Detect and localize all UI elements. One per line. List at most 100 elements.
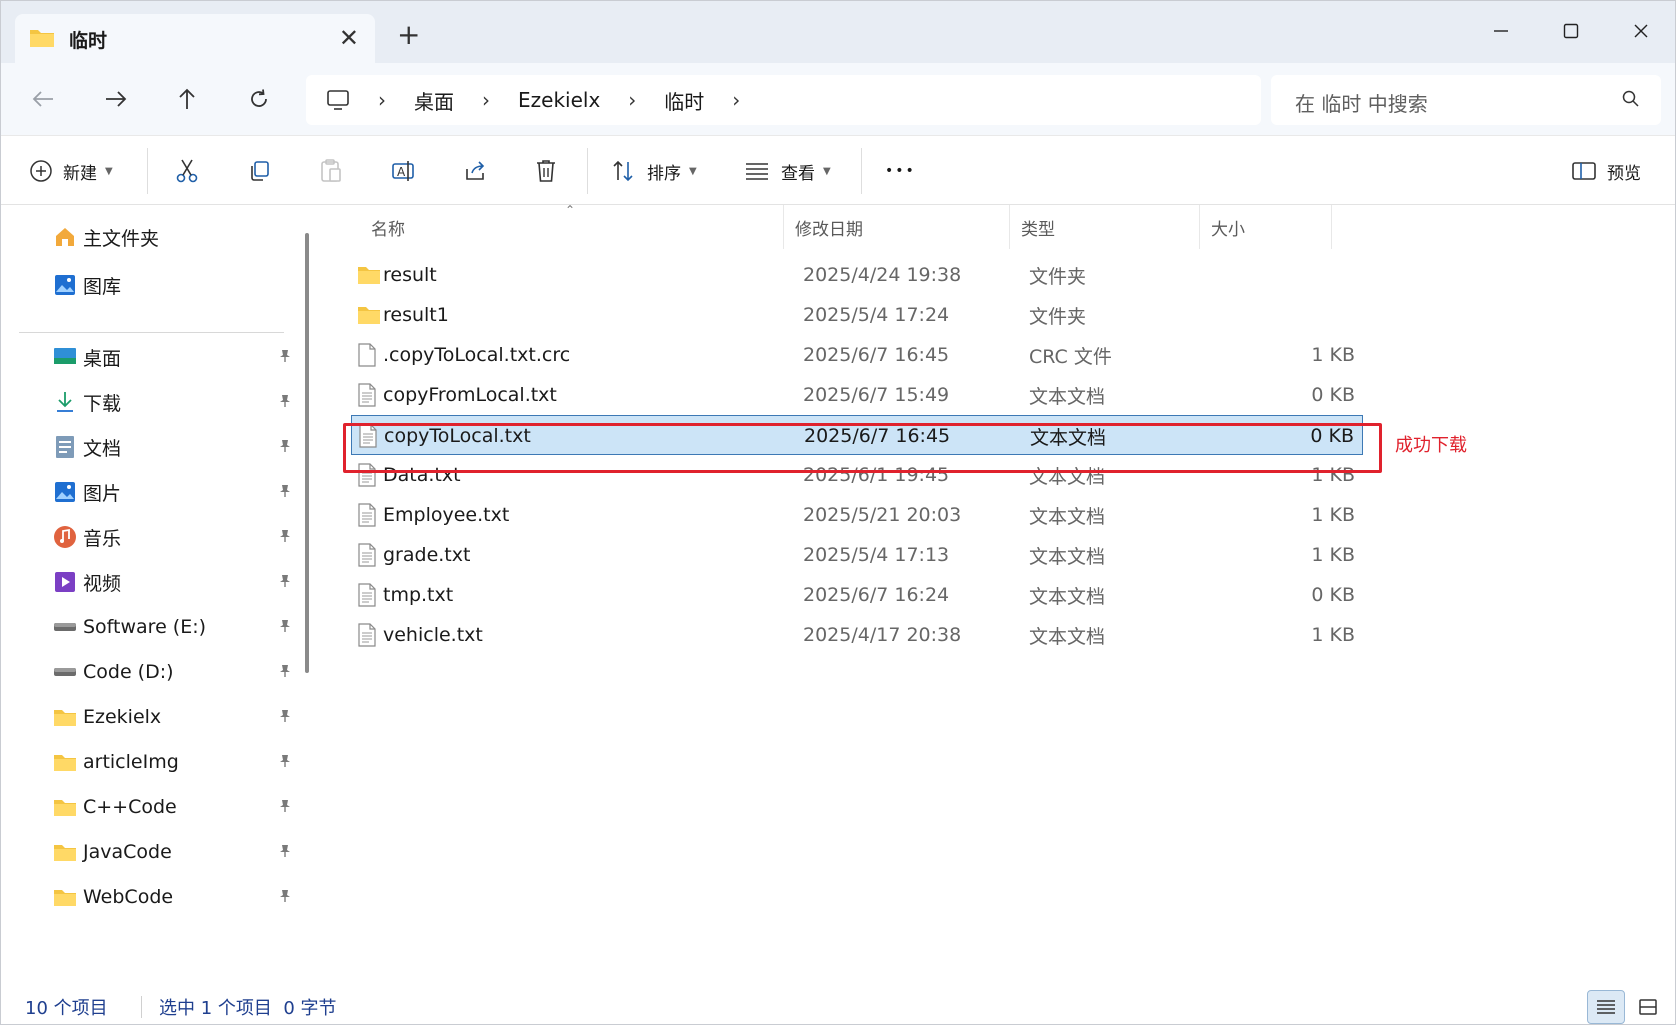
file-type: 文本文档 <box>1029 505 1106 528</box>
file-name[interactable]: Employee.txt <box>383 495 509 535</box>
breadcrumb-separator[interactable]: › <box>628 88 636 112</box>
more-options-button[interactable]: ••• <box>885 136 916 206</box>
column-header-modified[interactable]: 修改日期 <box>795 205 863 249</box>
sidebar-item-pinned[interactable]: Software (E:) <box>53 611 293 643</box>
file-explorer-window: 临时 ✕ + › 桌面 › Ezekielx › 临时 › 在 临时 中搜索 新… <box>0 0 1676 1025</box>
file-name[interactable]: result <box>383 255 437 295</box>
details-view-button[interactable] <box>1587 990 1625 1024</box>
sidebar-scrollbar[interactable] <box>305 233 309 673</box>
search-box[interactable]: 在 临时 中搜索 <box>1271 75 1661 125</box>
file-row[interactable]: copyFromLocal.txt 2025/6/7 15:49 文本文档 0 KB <box>351 375 1363 415</box>
column-separator[interactable] <box>783 205 784 249</box>
pin-icon[interactable] <box>279 754 291 772</box>
share-button[interactable] <box>463 136 487 206</box>
sidebar-item-pinned[interactable]: WebCode <box>53 881 293 913</box>
breadcrumb-item-ezekielx[interactable]: Ezekielx <box>518 88 600 112</box>
gallery-icon <box>53 273 77 297</box>
file-row[interactable]: Employee.txt 2025/5/21 20:03 文本文档 1 KB <box>351 495 1363 535</box>
pin-icon[interactable] <box>279 529 291 547</box>
column-header-name[interactable]: 名称 <box>371 205 405 249</box>
file-name[interactable]: vehicle.txt <box>383 615 483 655</box>
file-name[interactable]: tmp.txt <box>383 575 453 615</box>
pin-icon[interactable] <box>279 439 291 457</box>
column-separator[interactable] <box>1009 205 1010 249</box>
minimize-button[interactable] <box>1481 11 1521 51</box>
breadcrumb-item-desktop[interactable]: 桌面 <box>414 86 454 115</box>
sidebar-item-pinned[interactable]: 音乐 <box>53 521 293 553</box>
copy-button[interactable] <box>247 136 271 206</box>
sidebar-item-pinned[interactable]: JavaCode <box>53 836 293 868</box>
sidebar-item-pinned[interactable]: 图片 <box>53 476 293 508</box>
forward-button[interactable] <box>96 81 136 117</box>
pin-icon[interactable] <box>279 664 291 682</box>
new-button[interactable]: 新建 ▼ <box>29 136 113 206</box>
file-row[interactable]: result 2025/4/24 19:38 文件夹 <box>351 255 1363 295</box>
file-row[interactable]: .copyToLocal.txt.crc 2025/6/7 16:45 CRC 文件… <box>351 335 1363 375</box>
breadcrumb-separator[interactable]: › <box>732 88 740 112</box>
column-separator[interactable] <box>1331 205 1332 249</box>
preview-pane-icon <box>1571 161 1597 181</box>
file-modified-date: 2025/6/7 16:45 <box>803 344 950 366</box>
tab-close-icon[interactable]: ✕ <box>339 26 359 50</box>
refresh-button[interactable] <box>239 81 279 117</box>
pin-icon[interactable] <box>279 484 291 502</box>
view-button[interactable]: 查看 ▼ <box>745 136 831 206</box>
pin-icon[interactable] <box>279 394 291 412</box>
breadcrumb-separator[interactable]: › <box>482 88 490 112</box>
pin-icon[interactable] <box>279 799 291 817</box>
column-header-size[interactable]: 大小 <box>1211 205 1245 249</box>
close-window-button[interactable] <box>1621 11 1661 51</box>
search-input[interactable]: 在 临时 中搜索 <box>1295 88 1428 117</box>
rename-icon: A <box>392 161 414 181</box>
drive-icon <box>53 660 77 684</box>
file-name[interactable]: .copyToLocal.txt.crc <box>383 335 570 375</box>
file-row[interactable]: grade.txt 2025/5/4 17:13 文本文档 1 KB <box>351 535 1363 575</box>
file-name[interactable]: copyFromLocal.txt <box>383 375 557 415</box>
back-button[interactable] <box>23 81 63 117</box>
file-row[interactable]: result1 2025/5/4 17:24 文件夹 <box>351 295 1363 335</box>
pin-icon[interactable] <box>279 574 291 592</box>
address-bar[interactable]: › 桌面 › Ezekielx › 临时 › <box>306 75 1261 125</box>
text-file-icon <box>357 535 377 575</box>
sort-button[interactable]: 排序 ▼ <box>611 136 697 206</box>
folder-icon <box>357 255 381 295</box>
pin-icon[interactable] <box>279 619 291 637</box>
file-name[interactable]: grade.txt <box>383 535 470 575</box>
paste-button[interactable] <box>319 136 343 206</box>
file-row[interactable]: tmp.txt 2025/6/7 16:24 文本文档 0 KB <box>351 575 1363 615</box>
pin-icon[interactable] <box>279 349 291 367</box>
file-row[interactable]: vehicle.txt 2025/4/17 20:38 文本文档 1 KB <box>351 615 1363 655</box>
rename-button[interactable]: A <box>391 136 417 206</box>
search-icon[interactable] <box>1621 89 1641 113</box>
sidebar-item-pinned[interactable]: Code (D:) <box>53 656 293 688</box>
file-name[interactable]: result1 <box>383 295 449 335</box>
sidebar-item-pinned[interactable]: 视频 <box>53 566 293 598</box>
new-tab-button[interactable]: + <box>397 21 420 49</box>
maximize-button[interactable] <box>1551 11 1591 51</box>
pin-icon[interactable] <box>279 844 291 862</box>
tab-current[interactable]: 临时 ✕ <box>15 14 375 64</box>
folder-icon <box>53 705 77 729</box>
pin-icon[interactable] <box>279 709 291 727</box>
file-modified-date: 2025/4/24 19:38 <box>803 264 962 286</box>
column-separator[interactable] <box>1199 205 1200 249</box>
arrow-up-icon <box>179 88 195 109</box>
sidebar-item-gallery[interactable]: 图库 <box>53 269 293 301</box>
sidebar-item-pinned[interactable]: 桌面 <box>53 341 293 373</box>
column-header-type[interactable]: 类型 <box>1021 205 1055 249</box>
sidebar-item-pinned[interactable]: articleImg <box>53 746 293 778</box>
sidebar-item-home[interactable]: 主文件夹 <box>53 221 293 253</box>
file-list: ⌃ 名称 修改日期 类型 大小 result 2025/4/24 19:38 文件夹… <box>319 203 1675 988</box>
cut-button[interactable] <box>175 136 199 206</box>
sidebar-item-pinned[interactable]: 下载 <box>53 386 293 418</box>
sidebar-item-pinned[interactable]: 文档 <box>53 431 293 463</box>
tiles-view-button[interactable] <box>1629 990 1667 1024</box>
delete-button[interactable] <box>535 136 557 206</box>
sidebar-item-pinned[interactable]: Ezekielx <box>53 701 293 733</box>
file-modified-date: 2025/6/7 15:49 <box>803 384 950 406</box>
pin-icon[interactable] <box>279 889 291 907</box>
up-button[interactable] <box>167 81 207 117</box>
preview-pane-button[interactable]: 预览 <box>1571 136 1641 206</box>
breadcrumb-item-temp[interactable]: 临时 <box>664 86 704 115</box>
sidebar-item-pinned[interactable]: C++Code <box>53 791 293 823</box>
